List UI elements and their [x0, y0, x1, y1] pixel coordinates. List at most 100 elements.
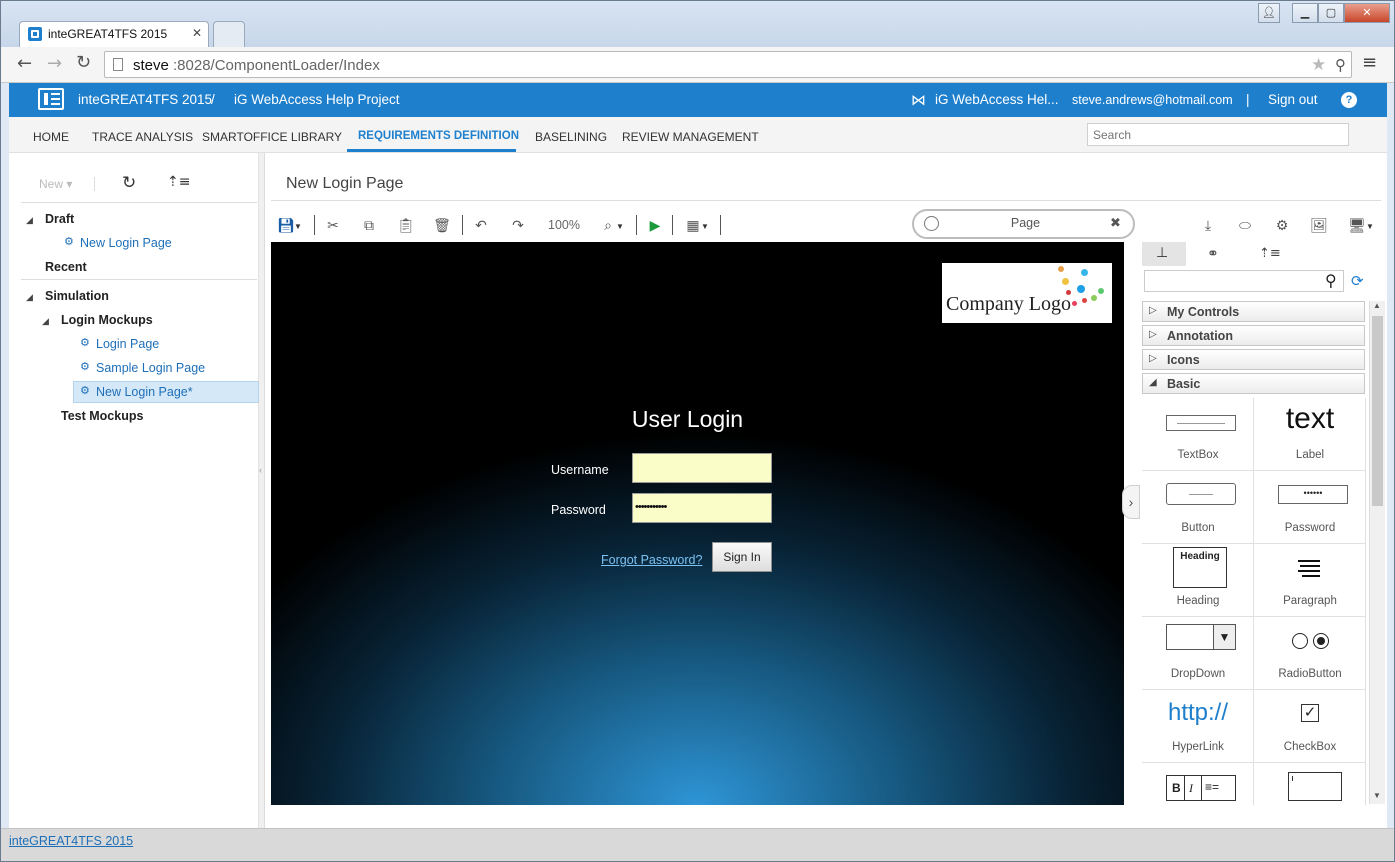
- tree-test-mockups[interactable]: Test Mockups: [61, 409, 143, 423]
- design-canvas[interactable]: Company Logo User Login Username Passwor…: [271, 242, 1124, 805]
- grid-icon[interactable]: ▦: [684, 217, 702, 235]
- category-basic[interactable]: ◢ Basic: [1142, 373, 1365, 394]
- menu-home[interactable]: HOME: [33, 130, 69, 144]
- new-button[interactable]: New ▾: [39, 177, 72, 191]
- tree-recent[interactable]: Recent: [45, 260, 87, 274]
- reload-icon[interactable]: ↻: [76, 52, 91, 73]
- browser-tab[interactable]: inteGREAT4TFS 2015 ✕: [19, 21, 209, 47]
- vs-project-link[interactable]: iG WebAccess Hel...: [935, 92, 1059, 107]
- search-input[interactable]: [1087, 123, 1349, 146]
- paste-icon[interactable]: 📋︎: [397, 217, 415, 235]
- menu-smartoffice-library[interactable]: SMARTOFFICE LIBRARY: [202, 130, 342, 144]
- control-textbox[interactable]: TextBox: [1142, 398, 1254, 471]
- tree-item-login-page[interactable]: Login Page: [96, 337, 159, 351]
- tree-simulation[interactable]: Simulation: [45, 289, 109, 303]
- forward-icon[interactable]: →: [47, 53, 62, 74]
- menu-icon[interactable]: ≡: [1362, 52, 1377, 73]
- username-input[interactable]: [632, 453, 772, 483]
- tree-item-new-login-page[interactable]: New Login Page: [80, 236, 172, 250]
- project-name[interactable]: iG WebAccess Help Project: [234, 92, 400, 107]
- company-logo[interactable]: Company Logo: [942, 263, 1112, 323]
- control-textarea[interactable]: [1254, 763, 1366, 805]
- save-icon[interactable]: 💾︎: [277, 217, 295, 235]
- app-logo-icon[interactable]: [38, 88, 64, 110]
- category-my-controls[interactable]: ▷ My Controls: [1142, 301, 1365, 322]
- download-icon[interactable]: ⤓: [1199, 217, 1217, 235]
- control-checkbox[interactable]: ✓ CheckBox: [1254, 690, 1366, 763]
- tree-login-mockups[interactable]: Login Mockups: [61, 313, 153, 327]
- hierarchy-tab[interactable]: ⊥: [1142, 242, 1186, 266]
- cut-icon[interactable]: ✂: [324, 217, 342, 235]
- menu-review-management[interactable]: REVIEW MANAGEMENT: [622, 130, 759, 144]
- scroll-up-icon[interactable]: ▲: [1373, 301, 1381, 310]
- toolbox-search-input[interactable]: [1144, 270, 1344, 292]
- control-dropdown[interactable]: ▼ DropDown: [1142, 617, 1254, 690]
- back-icon[interactable]: ←: [17, 53, 32, 74]
- grid-dropdown-icon[interactable]: ▼: [701, 222, 709, 231]
- pin-icon[interactable]: ⚲: [1335, 56, 1346, 74]
- app-name[interactable]: inteGREAT4TFS 2015: [78, 92, 212, 107]
- control-label[interactable]: text Label: [1254, 398, 1366, 471]
- settings-icon[interactable]: ⚙: [1273, 217, 1291, 235]
- search-icon[interactable]: ⚲: [1325, 271, 1337, 290]
- copy-icon[interactable]: ⧉: [360, 217, 378, 235]
- toolbox-collapse-icon[interactable]: ›: [1122, 485, 1140, 519]
- expand-login-mockups-icon[interactable]: ◢: [42, 316, 49, 327]
- password-input[interactable]: •••••••••••: [632, 493, 772, 523]
- user-profile-icon[interactable]: 👤︎: [1258, 3, 1280, 23]
- tree-draft[interactable]: Draft: [45, 212, 74, 226]
- refresh-icon[interactable]: ↻: [122, 173, 136, 193]
- maximize-button[interactable]: ▢: [1318, 3, 1344, 23]
- help-icon[interactable]: ?: [1341, 92, 1357, 108]
- control-button[interactable]: Button: [1142, 471, 1254, 544]
- control-hyperlink[interactable]: http:// HyperLink: [1142, 690, 1254, 763]
- control-heading[interactable]: Heading Heading: [1142, 544, 1254, 617]
- delete-icon[interactable]: 🗑︎: [433, 217, 451, 235]
- close-window-button[interactable]: ✕: [1344, 3, 1390, 23]
- user-name[interactable]: steve.andrews@hotmail.com: [1072, 93, 1233, 107]
- zoom-dropdown-icon[interactable]: ▼: [616, 222, 624, 231]
- pane-splitter[interactable]: ‹: [259, 153, 265, 828]
- scroll-down-icon[interactable]: ▼: [1373, 791, 1381, 800]
- expand-draft-icon[interactable]: ◢: [26, 215, 33, 226]
- tree-expand-icon[interactable]: ⇡≡: [167, 174, 190, 190]
- control-paragraph[interactable]: Paragraph: [1254, 544, 1366, 617]
- clear-icon[interactable]: ✖: [1110, 216, 1121, 231]
- redo-icon[interactable]: ↷: [509, 217, 527, 235]
- scrollbar-thumb[interactable]: [1372, 316, 1383, 506]
- control-richtext[interactable]: B I ≡=: [1142, 763, 1254, 805]
- category-annotation[interactable]: ▷ Annotation: [1142, 325, 1365, 346]
- image-icon[interactable]: 🖼︎: [1310, 217, 1328, 235]
- sync-icon[interactable]: ⟳: [1351, 272, 1364, 290]
- tree-item-selected[interactable]: ⚙ New Login Page*: [73, 381, 259, 403]
- control-password[interactable]: •••••• Password: [1254, 471, 1366, 544]
- category-icons[interactable]: ▷ Icons: [1142, 349, 1365, 370]
- minimize-button[interactable]: ▁: [1292, 3, 1318, 23]
- menu-trace-analysis[interactable]: TRACE ANALYSIS: [92, 130, 193, 144]
- page-selector[interactable]: Page ✖: [912, 209, 1135, 239]
- device-icon[interactable]: 🖥︎: [1348, 217, 1366, 235]
- play-icon[interactable]: ▶: [646, 217, 664, 235]
- tree-item-sample-login-page[interactable]: Sample Login Page: [96, 361, 205, 375]
- status-link[interactable]: inteGREAT4TFS 2015: [9, 834, 133, 848]
- forgot-password-link[interactable]: Forgot Password?: [601, 553, 702, 567]
- expand-simulation-icon[interactable]: ◢: [26, 292, 33, 303]
- link-icon[interactable]: ⚭: [1207, 246, 1219, 262]
- star-icon[interactable]: ★: [1311, 55, 1326, 75]
- signin-button[interactable]: Sign In: [712, 542, 772, 572]
- zoom-icon[interactable]: ⌕: [599, 217, 617, 235]
- collapse-icon[interactable]: ‹: [259, 465, 262, 475]
- device-dropdown-icon[interactable]: ▼: [1366, 222, 1374, 231]
- save-dropdown-icon[interactable]: ▼: [294, 222, 302, 231]
- tree-expand-icon[interactable]: ⇡≡: [1259, 246, 1281, 261]
- lasso-icon[interactable]: ⬭: [1236, 217, 1254, 235]
- undo-icon[interactable]: ↶: [472, 217, 490, 235]
- signout-link[interactable]: Sign out: [1268, 92, 1318, 107]
- new-tab-button[interactable]: [213, 21, 245, 47]
- menu-requirements-definition[interactable]: REQUIREMENTS DEFINITION: [358, 130, 519, 142]
- control-radiobutton[interactable]: RadioButton: [1254, 617, 1366, 690]
- zoom-level[interactable]: 100%: [548, 218, 580, 232]
- menu-baselining[interactable]: BASELINING: [535, 130, 607, 144]
- url-bar[interactable]: steve :8028/ComponentLoader/Index ★ ⚲: [104, 51, 1352, 78]
- close-tab-icon[interactable]: ✕: [192, 26, 202, 40]
